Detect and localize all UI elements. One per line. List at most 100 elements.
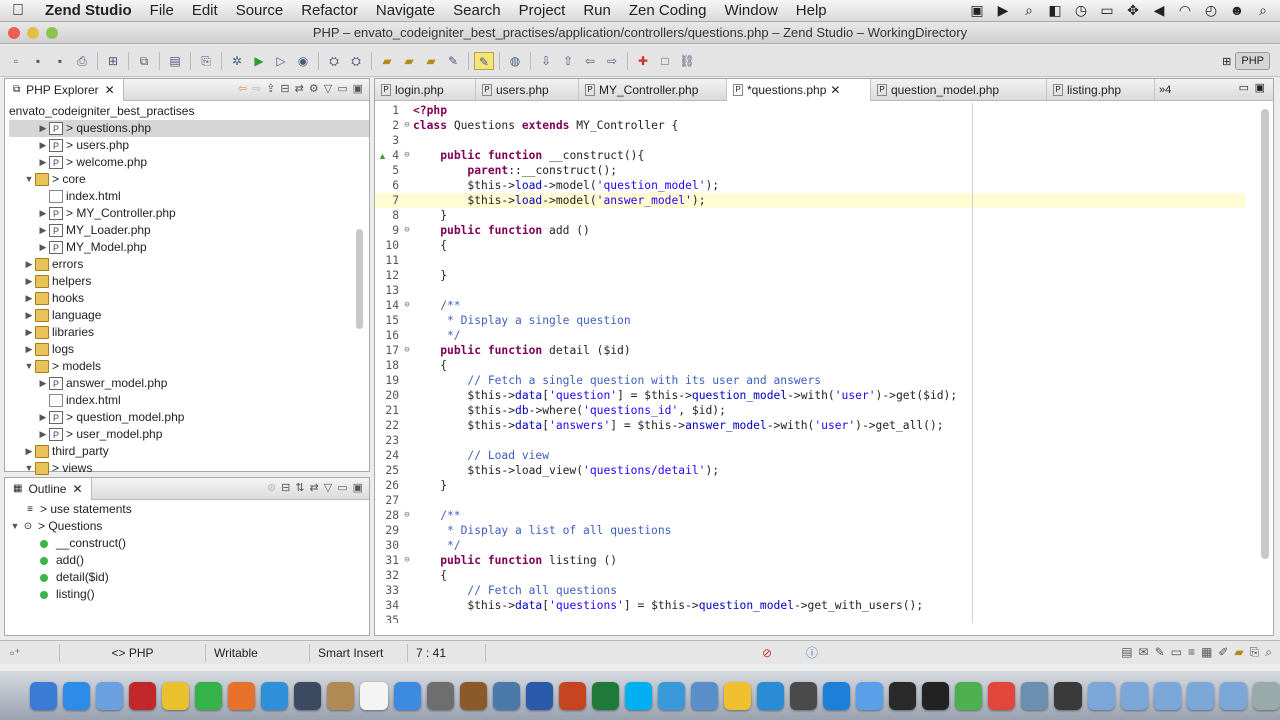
menu-window[interactable]: Window (715, 2, 786, 19)
expand-arrow-icon[interactable]: ▶ (23, 341, 35, 358)
code-line[interactable]: 10 { (375, 238, 1245, 253)
minimize-icon[interactable]: ▭ (337, 82, 347, 95)
code-line[interactable]: 19 // Fetch a single question with its u… (375, 373, 1245, 388)
minimize-window-button[interactable] (27, 27, 39, 39)
code-line[interactable]: 24 // Load view (375, 448, 1245, 463)
claquette-icon[interactable] (790, 681, 818, 710)
back-icon[interactable]: ⇦ (580, 52, 600, 70)
ui-icon[interactable]: ◧ (1046, 2, 1064, 19)
explorer-scrollbar[interactable] (356, 229, 363, 329)
folder-icon[interactable]: ▰ (399, 52, 419, 70)
expand-arrow-icon[interactable]: ▶ (23, 273, 35, 290)
code-line[interactable]: 16 */ (375, 328, 1245, 343)
folder-icon-2[interactable]: ▰ (421, 52, 441, 70)
pin-icon[interactable]: ✚ (633, 52, 653, 70)
code-line[interactable]: 5 parent::__construct(); (375, 163, 1245, 178)
code-line[interactable]: 1 <?php (375, 103, 1245, 118)
move-icon[interactable]: ✥ (1124, 2, 1142, 19)
finder-icon[interactable] (30, 681, 58, 710)
collapse-arrow-icon[interactable]: ▼ (23, 460, 35, 477)
expand-arrow-icon[interactable]: ▶ (37, 239, 49, 256)
edit-icon[interactable]: ✎ (1155, 645, 1165, 660)
tasks-icon[interactable]: ▤ (165, 52, 185, 70)
outline-item[interactable]: __construct() (9, 535, 369, 552)
tree-item[interactable]: ▶ P > question_model.php (9, 409, 369, 426)
clock-icon[interactable]: ◴ (1202, 2, 1220, 19)
prev-annotation-icon[interactable]: ⇧ (558, 52, 578, 70)
folder-icon-5[interactable] (1219, 681, 1247, 710)
code-line[interactable]: 35 (375, 613, 1245, 623)
outline-item[interactable]: ▼ ⊙ > Questions (9, 518, 369, 535)
code-line[interactable]: 2 ⊖ class Questions extends MY_Controller … (375, 118, 1245, 133)
bookmark-icon[interactable]: ⎘ (196, 52, 216, 70)
code-line[interactable]: 27 (375, 493, 1245, 508)
code-line[interactable]: 21 $this->db->where('questions_id', $id)… (375, 403, 1245, 418)
expand-arrow-icon[interactable]: ▶ (37, 154, 49, 171)
spotlight-icon[interactable]: ⌕ (1254, 2, 1272, 19)
override-marker-icon[interactable]: ▲ (378, 151, 387, 161)
folder-icon-4[interactable] (1186, 681, 1214, 710)
run-icon[interactable]: ▶ (249, 52, 269, 70)
code-line[interactable]: 18 { (375, 358, 1245, 373)
open-type-icon[interactable]: ⧉ (134, 52, 154, 70)
forward-icon[interactable]: ⇨ (252, 82, 261, 95)
link-editor-icon[interactable]: ⇄ (310, 481, 319, 494)
code-area[interactable]: 1 <?php 2 ⊖ class Questions extends MY_Contr… (375, 103, 1245, 623)
outline-item[interactable]: listing() (9, 586, 369, 603)
expand-arrow-icon[interactable]: ▶ (23, 256, 35, 273)
outline-item[interactable]: ≡ > use statements (9, 501, 369, 518)
expand-arrow-icon[interactable]: ▶ (23, 443, 35, 460)
adium-icon[interactable] (723, 681, 752, 710)
flashcards-icon[interactable] (129, 681, 157, 710)
code-line[interactable]: 17 ⊖ public function detail ($id) (375, 343, 1245, 358)
expand-arrow-icon[interactable]: ▶ (37, 409, 49, 426)
menu-zen-coding[interactable]: Zen Coding (620, 2, 716, 19)
new-icon[interactable]: ▫ (6, 52, 26, 70)
tree-item[interactable]: ▶ P > MY_Controller.php (9, 205, 369, 222)
menu-help[interactable]: Help (787, 2, 836, 19)
expand-arrow-icon[interactable]: ▶ (23, 324, 35, 341)
search-icon[interactable]: ⌕ (1265, 645, 1272, 660)
minimize-icon[interactable]: ▭ (1239, 81, 1249, 94)
outline-item[interactable]: detail($id) (9, 569, 369, 586)
tree-item[interactable]: ▶ hooks (9, 290, 369, 307)
tree-item[interactable]: ▶ errors (9, 256, 369, 273)
apple-icon[interactable]:  (0, 2, 36, 20)
maximize-icon[interactable]: ▣ (353, 82, 363, 95)
safari-icon[interactable] (261, 681, 289, 710)
tree-item[interactable]: ▼ > views (9, 460, 369, 477)
camera-icon[interactable] (294, 681, 322, 710)
fireworks-icon[interactable] (162, 681, 190, 710)
print-icon[interactable]: ⎙ (72, 52, 92, 70)
fold-icon[interactable]: ⊖ (401, 298, 413, 313)
tab-users-php[interactable]: Pusers.php (476, 78, 579, 101)
tree-item[interactable]: ▶ P > welcome.php (9, 154, 369, 171)
teamviewer-icon[interactable] (823, 681, 851, 710)
highlight-icon[interactable]: ✎ (474, 51, 494, 70)
tab-listing-php[interactable]: Plisting.php (1047, 78, 1155, 101)
pin-icon[interactable]: ✐ (1218, 645, 1228, 660)
tab-overflow[interactable]: »4 (1155, 84, 1171, 96)
app-menu[interactable]: Zend Studio (36, 2, 141, 19)
code-line[interactable]: 13 (375, 283, 1245, 298)
tree-item[interactable]: ▶ P MY_Model.php (9, 239, 369, 256)
play-icon[interactable]: ▶ (994, 2, 1012, 19)
tab-my-controller-php[interactable]: P MY_Controller.php (579, 78, 727, 101)
tree-item[interactable]: ▶ P > user_model.php (9, 426, 369, 443)
tab-login-php[interactable]: Plogin.php (375, 78, 476, 101)
note-icon[interactable]: ▦ (1201, 645, 1212, 660)
close-window-button[interactable] (8, 27, 20, 39)
code-line[interactable]: 29 * Display a list of all questions (375, 523, 1245, 538)
view-menu-icon[interactable]: ▽ (324, 82, 332, 95)
menu-refactor[interactable]: Refactor (292, 2, 367, 19)
outline-tab[interactable]: ▦ Outline ✕ (5, 477, 92, 500)
tree-item[interactable]: ▶ language (9, 307, 369, 324)
tree-item[interactable]: ▶ Panswer_model.php (9, 375, 369, 392)
chrome-icon[interactable] (988, 681, 1016, 710)
monitor-icon[interactable]: ▭ (1171, 645, 1182, 660)
update-icon[interactable]: ⓘ (806, 644, 818, 661)
maximize-icon[interactable]: ▣ (353, 481, 363, 494)
word-icon[interactable] (525, 681, 553, 710)
php-explorer-tab[interactable]: ⧉ PHP Explorer ✕ (5, 78, 124, 101)
systemprefs-icon[interactable] (426, 681, 454, 710)
